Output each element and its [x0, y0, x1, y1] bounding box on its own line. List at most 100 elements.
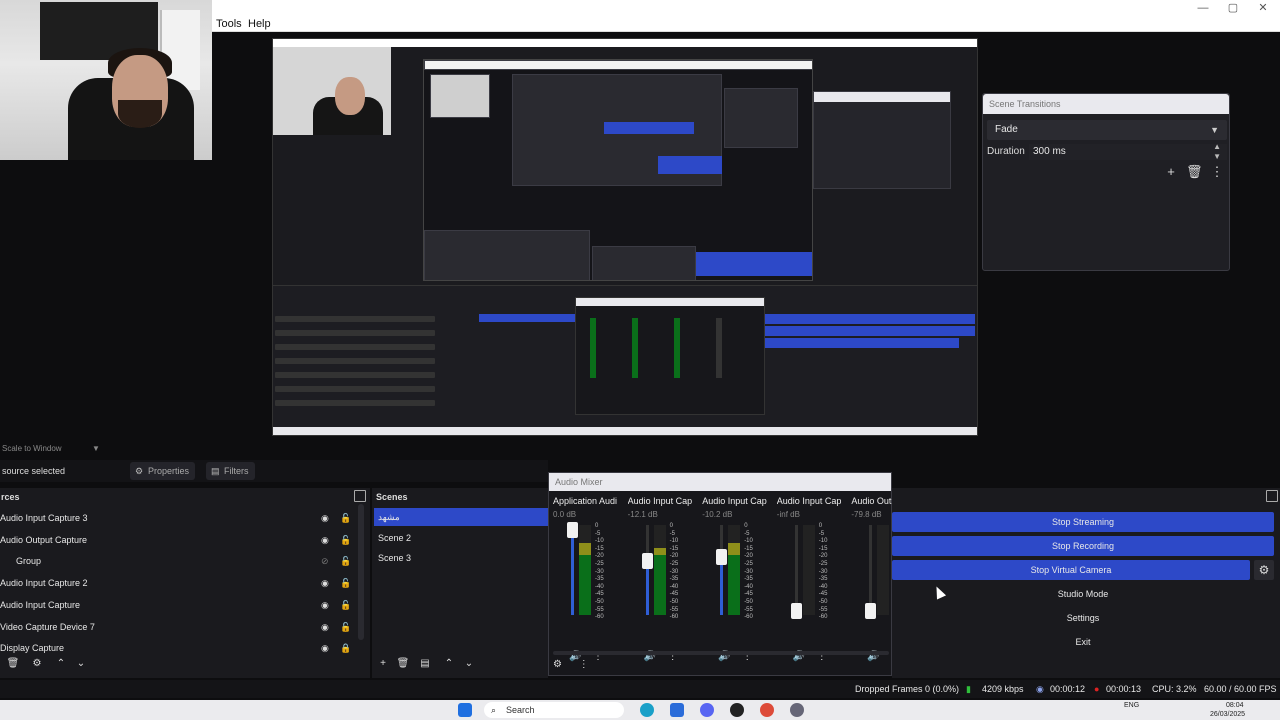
- source-item[interactable]: Audio Input Capture 2 ◉ 🔓: [0, 573, 356, 593]
- scale-to-window[interactable]: Scale to Window ▼: [0, 442, 272, 456]
- unlock-icon[interactable]: 🔓: [340, 508, 351, 528]
- taskbar-search[interactable]: ⌕ Search: [484, 702, 624, 718]
- scenes-dock: Scenes مشهد Scene 2 Scene 3 + 🗑 ▤ ⌃ ⌄: [372, 488, 548, 678]
- virtual-camera-settings-icon[interactable]: ⚙: [1254, 560, 1274, 580]
- properties-button[interactable]: ⚙ Properties: [130, 462, 196, 480]
- add-icon[interactable]: +: [1163, 164, 1179, 180]
- menu-tools[interactable]: Tools: [212, 16, 246, 32]
- source-item[interactable]: Group ⊘ 🔓: [0, 551, 356, 571]
- windows-start-icon[interactable]: [458, 703, 472, 717]
- sources-scrollbar[interactable]: [358, 504, 364, 640]
- preview-nested-capture: [423, 59, 813, 281]
- volume-slider[interactable]: [716, 525, 728, 615]
- obs-icon[interactable]: [730, 703, 744, 717]
- store-icon[interactable]: [670, 703, 684, 717]
- volume-knob[interactable]: [716, 548, 728, 565]
- nested-meter: [716, 318, 722, 378]
- scene-item[interactable]: Scene 2: [374, 529, 548, 547]
- arrow-down-icon[interactable]: ⌄: [72, 656, 90, 672]
- scale-tick: -30: [744, 568, 753, 575]
- scene-item[interactable]: مشهد: [374, 508, 548, 526]
- unlock-icon[interactable]: 🔓: [340, 617, 351, 637]
- volume-slider[interactable]: [865, 525, 877, 619]
- preview-nested-titlebar: [273, 39, 977, 47]
- source-item[interactable]: Video Capture Device 7 ◉ 🔓: [0, 617, 356, 637]
- eye-icon[interactable]: ◉: [321, 530, 329, 550]
- arrow-up-icon[interactable]: ⌃: [440, 656, 458, 672]
- add-icon[interactable]: +: [374, 656, 392, 672]
- scene-item[interactable]: Scene 3: [374, 549, 548, 567]
- arrow-down-icon[interactable]: ⌄: [460, 656, 478, 672]
- duration-label: Duration: [987, 146, 1025, 157]
- lock-icon[interactable]: 🔒: [340, 638, 351, 658]
- exit-button[interactable]: Exit: [892, 632, 1274, 652]
- eye-icon[interactable]: ◉: [321, 617, 329, 637]
- volume-slider[interactable]: [790, 525, 802, 619]
- eye-icon[interactable]: ◉: [321, 595, 329, 615]
- scale-tick: -5: [744, 530, 750, 537]
- nested-meter: [632, 318, 638, 378]
- scale-tick: -30: [595, 568, 604, 575]
- settings-app-icon[interactable]: [790, 703, 804, 717]
- language-indicator[interactable]: ENG: [1124, 702, 1139, 710]
- edge-icon[interactable]: [640, 703, 654, 717]
- volume-knob[interactable]: [865, 602, 877, 619]
- spinner-icon[interactable]: ▲ ▼: [1213, 142, 1221, 162]
- eye-icon[interactable]: ◉: [321, 573, 329, 593]
- menu-help[interactable]: Help: [244, 16, 275, 32]
- preview-nested-mixer: [575, 297, 765, 415]
- stop-streaming-button[interactable]: Stop Streaming: [892, 512, 1274, 532]
- close-icon[interactable]: ✕: [1248, 0, 1278, 16]
- clock-date[interactable]: 26/03/2025: [1210, 711, 1245, 719]
- stop-virtual-camera-button[interactable]: Stop Virtual Camera: [892, 560, 1250, 580]
- program-preview[interactable]: [272, 38, 978, 436]
- transition-select[interactable]: Fade ▼: [987, 120, 1227, 140]
- scale-tick: -5: [818, 530, 825, 537]
- dock-float-icon[interactable]: [1266, 490, 1278, 502]
- filters-button[interactable]: ▤ Filters: [206, 462, 255, 480]
- stream-time: 00:00:12: [1050, 684, 1086, 694]
- mixer-scrollbar[interactable]: [553, 651, 889, 655]
- maximize-icon[interactable]: ▢: [1218, 0, 1248, 16]
- clock-time[interactable]: 08:04: [1226, 702, 1244, 710]
- unlock-icon[interactable]: 🔓: [340, 573, 351, 593]
- unlock-icon[interactable]: 🔓: [340, 595, 351, 615]
- arrow-up-icon[interactable]: ⌃: [52, 656, 70, 672]
- source-item[interactable]: Audio Input Capture ◉ 🔓: [0, 595, 356, 615]
- chrome-icon[interactable]: [760, 703, 774, 717]
- eye-hidden-icon[interactable]: ⊘: [321, 551, 329, 571]
- trash-icon[interactable]: 🗑: [4, 656, 22, 672]
- more-icon[interactable]: ⋮: [579, 659, 589, 670]
- volume-knob[interactable]: [790, 602, 802, 619]
- volume-slider[interactable]: [641, 525, 653, 615]
- scale-tick: -35: [818, 576, 828, 583]
- dropped-frames: Dropped Frames 0 (0.0%): [855, 684, 960, 694]
- volume-knob[interactable]: [567, 521, 578, 538]
- duration-input[interactable]: 300 ms ▲ ▼: [1029, 142, 1227, 162]
- volume-slider[interactable]: [567, 521, 578, 615]
- settings-button[interactable]: Settings: [892, 608, 1274, 628]
- scale-tick: -45: [669, 591, 679, 598]
- source-item[interactable]: Audio Input Capture 3 ◉ 🔓: [0, 508, 356, 528]
- scale-tick: -25: [669, 561, 679, 567]
- fps: 60.00 / 60.00 FPS: [1204, 684, 1277, 694]
- trash-icon[interactable]: 🗑: [1186, 164, 1203, 180]
- stop-recording-button[interactable]: Stop Recording: [892, 536, 1274, 556]
- filter-icon[interactable]: ▤: [416, 656, 434, 672]
- level-meter: [877, 525, 890, 615]
- minimize-icon[interactable]: —: [1188, 0, 1218, 16]
- gear-icon[interactable]: ⚙: [553, 659, 562, 670]
- eye-icon[interactable]: ◉: [321, 508, 329, 528]
- source-item[interactable]: Audio Output Capture ◉ 🔓: [0, 530, 356, 550]
- studio-mode-button[interactable]: Studio Mode: [892, 584, 1274, 604]
- dock-float-icon[interactable]: [354, 490, 366, 502]
- more-icon[interactable]: ⋮: [1209, 164, 1225, 180]
- discord-icon[interactable]: [700, 703, 714, 717]
- scale-tick: -35: [744, 576, 753, 583]
- trash-icon[interactable]: 🗑: [394, 656, 412, 672]
- gear-icon[interactable]: ⚙: [28, 656, 46, 672]
- volume-knob[interactable]: [641, 553, 653, 569]
- unlock-icon[interactable]: 🔓: [340, 551, 351, 571]
- eye-icon[interactable]: ◉: [321, 638, 329, 658]
- unlock-icon[interactable]: 🔓: [340, 530, 351, 550]
